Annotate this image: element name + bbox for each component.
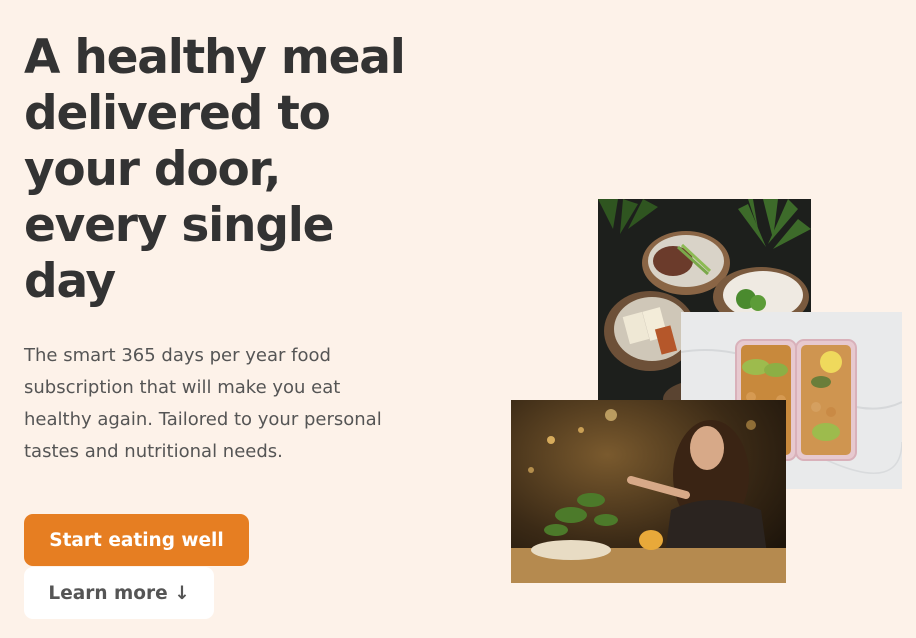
woman-eating-photo: [511, 400, 786, 583]
hero-description: The smart 365 days per year food subscri…: [24, 345, 382, 462]
learn-more-button[interactable]: Learn more ↓: [24, 567, 214, 619]
hero-title-line: delivered to: [24, 86, 331, 141]
start-eating-well-button[interactable]: Start eating well: [24, 514, 249, 566]
hero-section: A healthy meal delivered to your door, e…: [24, 30, 424, 468]
hero-title-line: every single: [24, 198, 335, 253]
hero-title: A healthy meal delivered to your door, e…: [24, 30, 424, 310]
hero-title-line: your door,: [24, 142, 281, 197]
hero-title-line: A healthy meal: [24, 30, 406, 85]
hero-title-line: day: [24, 254, 116, 309]
